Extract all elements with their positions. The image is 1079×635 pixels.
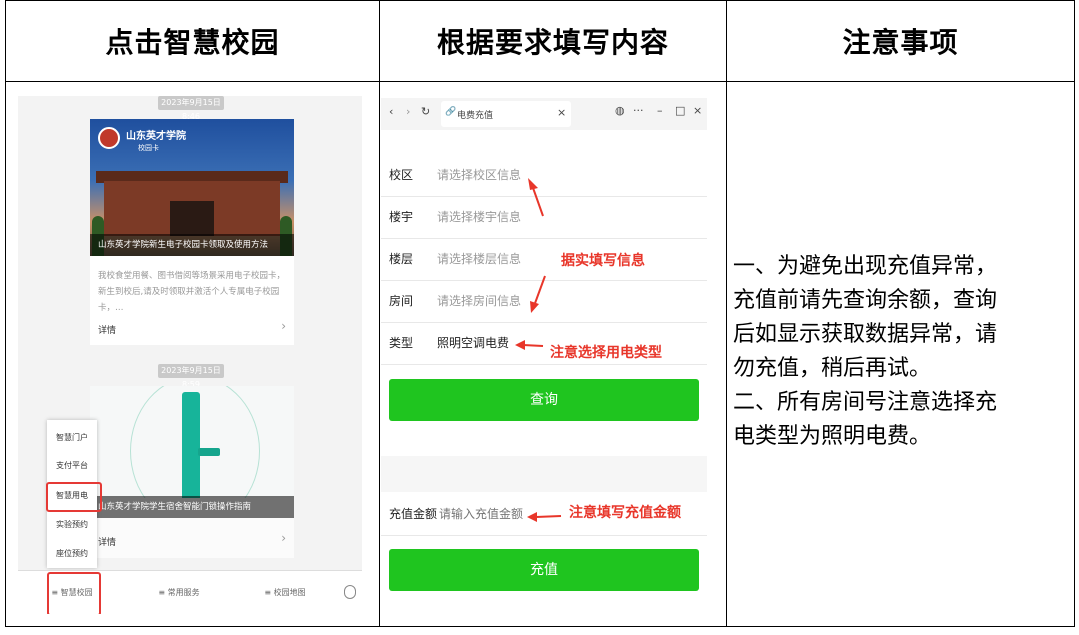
door-lock-handle [198, 448, 220, 456]
card-detail-link[interactable]: 详情 [98, 535, 288, 548]
note-line: 一、为避免出现充值异常， [733, 254, 998, 279]
arrow-head [530, 301, 539, 313]
highlight-smart-electricity [46, 482, 102, 512]
arrow-line [531, 184, 544, 217]
timestamp: 2023年9月15日 8:46 [158, 96, 224, 121]
card-detail-link[interactable]: 详情 [98, 323, 288, 336]
annotation-fill-amount: 注意填写充值金额 [569, 505, 681, 521]
arrow-head [515, 340, 525, 350]
card-description: 我校食堂用餐、图书借阅等场景采用电子校园卡，新生到校后,请及时领取并激活个人专属… [98, 271, 286, 313]
note-line: 二、所有房间号注意选择充 [733, 390, 998, 415]
chevron-right-icon: › [281, 319, 286, 333]
menu-icon: ≡ [158, 588, 168, 597]
highlight-smart-campus-tab [47, 572, 101, 614]
table-bottom-border [5, 626, 1075, 627]
annotation-fill-info: 据实填写信息 [561, 253, 645, 269]
chevron-right-icon: › [281, 531, 286, 545]
door-lock-image [90, 386, 294, 498]
menu-item-lab-booking[interactable]: 实验预约 [47, 519, 97, 530]
detail-label: 详情 [98, 326, 117, 336]
door-lock-body [182, 392, 200, 498]
arrow-line [533, 275, 546, 307]
header-notes: 注意事项 [842, 26, 959, 59]
card-caption: 山东英才学院学生宿舍智能门锁操作指南 [90, 496, 294, 518]
tab-label: 校园地图 [273, 588, 306, 597]
menu-item-seat-booking[interactable]: 座位预约 [47, 548, 97, 559]
header-fill-content: 根据要求填写内容 [436, 26, 669, 59]
arrow-line [522, 344, 544, 347]
annotation-select-type: 注意选择用电类型 [550, 345, 662, 361]
table-left-border [5, 0, 6, 627]
tab-campus-map[interactable]: ≡ 校园地图 [232, 571, 338, 614]
arrow-head [527, 512, 537, 522]
logo-subtitle: 校园卡 [138, 144, 159, 152]
logo-title: 山东英才学院 [126, 131, 186, 142]
note-line: 后如显示获取数据异常，请 [733, 322, 998, 347]
tab-common-services[interactable]: ≡ 常用服务 [126, 571, 232, 614]
note-line: 充值前请先查询余额，查询 [733, 288, 998, 313]
news-card-doorlock[interactable]: 山东英才学院学生宿舍智能门锁操作指南 详情 › [90, 386, 294, 558]
card-caption: 山东英才学院新生电子校园卡领取及使用方法 [90, 234, 294, 256]
detail-label: 详情 [98, 538, 117, 548]
phone-screenshot: 2023年9月15日 8:46 山东英才学院 校园卡 山东英才学院新生电子校园卡… [18, 96, 362, 614]
note-line: 勿充值，稍后再试。 [733, 356, 932, 381]
school-logo-icon [98, 127, 120, 149]
user-icon[interactable] [344, 585, 356, 599]
arrow-line [535, 515, 562, 518]
column-divider-1 [379, 0, 380, 627]
timestamp: 2023年9月15日 8:59 [158, 364, 224, 389]
tab-label: 常用服务 [167, 588, 200, 597]
column-divider-2 [726, 0, 727, 627]
menu-item-payment[interactable]: 支付平台 [47, 460, 97, 471]
arrow-head [528, 178, 538, 190]
table-right-border [1074, 0, 1075, 627]
news-card-ecard[interactable]: 山东英才学院 校园卡 山东英才学院新生电子校园卡领取及使用方法 我校食堂用餐、图… [90, 119, 294, 345]
menu-icon: ≡ [264, 588, 274, 597]
note-line: 电类型为照明电费。 [733, 424, 932, 449]
header-click-campus: 点击智慧校园 [105, 26, 280, 59]
building-gate [170, 201, 214, 236]
menu-item-portal[interactable]: 智慧门户 [47, 432, 97, 443]
notes-text: 一、为避免出现充值异常， 充值前请先查询余额，查询 后如显示获取数据异常，请 勿… [733, 250, 1063, 454]
